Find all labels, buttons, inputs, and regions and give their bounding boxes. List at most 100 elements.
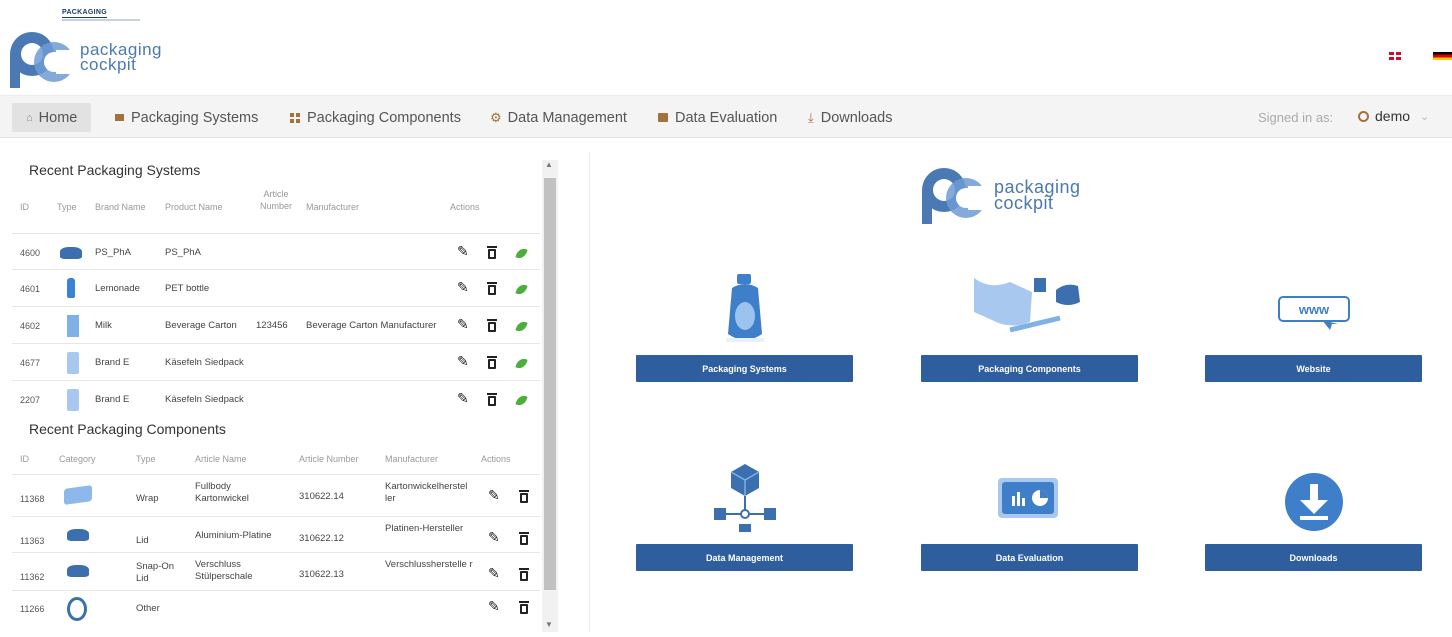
bottle-icon[interactable]	[722, 274, 768, 346]
recent-systems-title: Recent Packaging Systems	[29, 162, 201, 178]
scrollbar-thumb[interactable]	[544, 178, 556, 590]
nav-packaging-components[interactable]: Packaging Components	[290, 103, 461, 132]
table-row[interactable]: 4600 PS_PhA PS_PhA ✎	[12, 233, 540, 270]
dashboard-icon[interactable]	[998, 476, 1058, 522]
system-brand-name: Brand E	[95, 394, 130, 405]
delete-icon[interactable]	[519, 532, 529, 545]
packaging-cockpit-logo-icon	[922, 168, 990, 224]
nav-data-evaluation[interactable]: Data Evaluation	[658, 103, 777, 132]
edit-icon[interactable]: ✎	[488, 598, 500, 615]
col-manufacturer: Manufacturer	[306, 202, 360, 212]
system-product-name: Käsefeln Siedpack	[165, 357, 244, 368]
eco-evaluation-icon[interactable]	[515, 393, 528, 408]
table-row[interactable]: 4602 Milk Beverage Carton 123456 Beverage Ca…	[12, 306, 540, 343]
nav-home[interactable]: ⌂ Home	[12, 103, 92, 132]
component-article-name: Verschluss Stülperschale	[195, 559, 253, 582]
user-menu[interactable]: demo ⌄	[1358, 108, 1429, 124]
tile-packaging-components-button[interactable]: Packaging Components	[921, 355, 1138, 382]
recent-items-panel[interactable]: ▲ ▼ Recent Packaging Systems ID Type Bra…	[12, 152, 560, 632]
table-row[interactable]: 11362 Snap-On Lid Verschluss Stülperschale…	[12, 552, 540, 590]
eco-evaluation-icon[interactable]	[515, 282, 528, 297]
col-product-name: Product Name	[165, 202, 223, 212]
delete-icon[interactable]	[487, 356, 497, 369]
user-icon	[1358, 110, 1369, 122]
table-row[interactable]: 4677 Brand E Käsefeln Siedpack ✎	[12, 343, 540, 380]
center-logo-text: packaging cockpit	[994, 178, 1081, 212]
edit-icon[interactable]: ✎	[457, 243, 469, 260]
system-brand-name: Milk	[95, 320, 112, 331]
system-product-name: PS_PhA	[165, 247, 201, 258]
component-id: 11368	[20, 494, 45, 504]
table-row[interactable]: 4601 Lemonade PET bottle ✎	[12, 269, 540, 306]
chevron-down-icon: ⌄	[1420, 110, 1430, 123]
scroll-down-icon[interactable]: ▼	[545, 620, 553, 629]
delete-icon[interactable]	[487, 246, 497, 259]
packaging-thumbnail	[67, 315, 79, 337]
network-icon[interactable]	[712, 462, 778, 532]
tile-data-evaluation-button[interactable]: Data Evaluation	[921, 544, 1138, 571]
scroll-up-icon[interactable]: ▲	[545, 160, 553, 169]
grid-icon	[290, 112, 300, 123]
nav-packaging-systems[interactable]: Packaging Systems	[115, 103, 258, 132]
nav-data-management-label: Data Management	[507, 109, 627, 126]
packaging-thumbnail	[67, 278, 75, 298]
edit-icon[interactable]: ✎	[457, 316, 469, 333]
system-brand-name: PS_PhA	[95, 247, 131, 258]
component-type: Snap-On Lid	[136, 561, 175, 584]
main-navbar: ⌂ Home Packaging Systems Packaging Compo…	[0, 95, 1452, 138]
eco-evaluation-icon[interactable]	[515, 246, 528, 261]
small-brand-logo: PACKAGING	[62, 9, 107, 18]
gear-icon: ⚙	[490, 109, 502, 125]
table-row[interactable]: 11363 Lid Aluminium-Platine 310622.12 Platin…	[12, 516, 540, 552]
edit-icon[interactable]: ✎	[457, 353, 469, 370]
edit-icon[interactable]: ✎	[457, 390, 469, 407]
delete-icon[interactable]	[519, 568, 529, 581]
delete-icon[interactable]	[487, 319, 497, 332]
delete-icon[interactable]	[519, 490, 529, 503]
signed-in-label: Signed in as:	[1258, 110, 1334, 125]
component-thumbnail	[67, 597, 87, 621]
tile-packaging-systems-button[interactable]: Packaging Systems	[636, 355, 853, 382]
component-manufacturer: Kartonwickelherstel ler	[385, 481, 468, 504]
component-type: Lid	[136, 535, 149, 546]
packaging-cockpit-logo-icon[interactable]	[6, 24, 78, 90]
delete-icon[interactable]	[487, 282, 497, 295]
table-row[interactable]: 2207 Brand E Käsefeln Siedpack ✎	[12, 380, 540, 417]
nav-data-evaluation-label: Data Evaluation	[675, 109, 778, 126]
component-id: 11363	[20, 536, 45, 546]
delete-icon[interactable]	[487, 393, 497, 406]
table-row[interactable]: 11368 Wrap Fullbody Kartonwickel 310622.14 K…	[12, 474, 540, 516]
component-id: 11266	[20, 604, 45, 614]
system-id: 4600	[20, 248, 41, 258]
eco-evaluation-icon[interactable]	[515, 356, 528, 371]
eco-evaluation-icon[interactable]	[515, 319, 528, 334]
table-row[interactable]: 11266 Other ✎	[12, 590, 540, 628]
components-icon[interactable]	[970, 272, 1088, 338]
edit-icon[interactable]: ✎	[457, 279, 469, 296]
nav-packaging-systems-label: Packaging Systems	[131, 109, 259, 126]
tile-data-management-button[interactable]: Data Management	[636, 544, 853, 571]
system-id: 4602	[20, 321, 41, 331]
nav-data-management[interactable]: ⚙ Data Management	[490, 103, 627, 132]
edit-icon[interactable]: ✎	[488, 487, 500, 504]
home-icon: ⌂	[26, 111, 33, 124]
www-icon[interactable]: www	[1278, 296, 1350, 332]
tile-downloads-button[interactable]: Downloads	[1205, 544, 1422, 571]
list-icon	[115, 114, 124, 121]
col-id: ID	[20, 454, 29, 464]
nav-home-label: Home	[38, 109, 78, 126]
edit-icon[interactable]: ✎	[488, 565, 500, 582]
tile-website-button[interactable]: Website	[1205, 355, 1422, 382]
download-circle-icon[interactable]	[1284, 472, 1344, 532]
system-brand-name: Lemonade	[95, 283, 140, 294]
nav-downloads[interactable]: ⤓ Downloads	[808, 103, 893, 132]
edit-icon[interactable]: ✎	[488, 529, 500, 546]
delete-icon[interactable]	[519, 601, 529, 614]
english-flag-icon[interactable]	[1389, 52, 1401, 60]
col-type: Type	[57, 202, 77, 212]
col-article-number: Article Number	[299, 454, 359, 464]
german-flag-icon[interactable]	[1433, 52, 1452, 60]
logo-text[interactable]: packaging cockpit	[80, 41, 162, 73]
component-article-name: Fullbody Kartonwickel	[195, 481, 249, 504]
panel-divider	[589, 152, 590, 632]
